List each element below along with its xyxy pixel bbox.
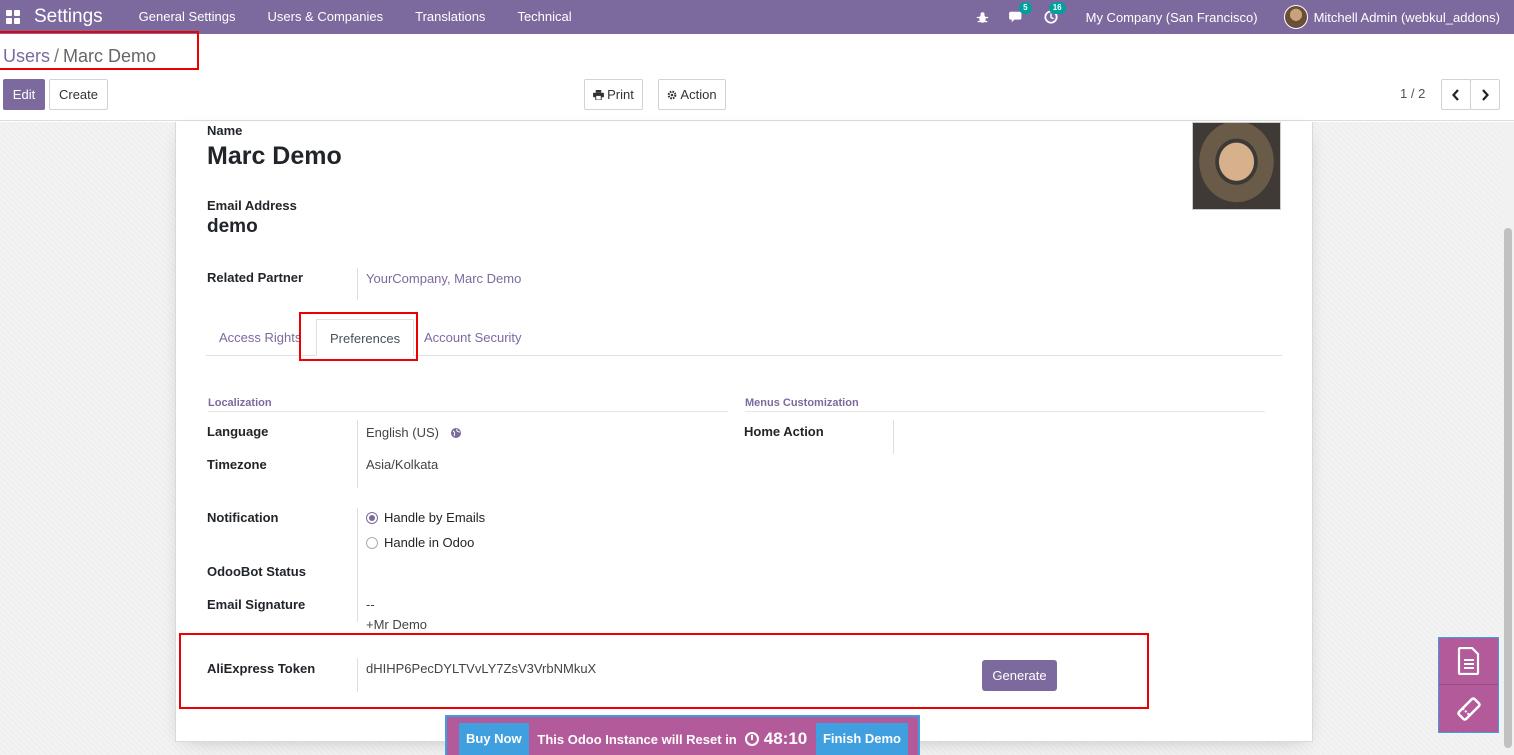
demo-reset-text: This Odoo Instance will Reset in [537, 731, 737, 747]
activities-clock-icon[interactable]: 16 [1034, 0, 1068, 34]
demo-timer-value: 48:10 [763, 729, 808, 748]
finish-demo-button[interactable]: Finish Demo [815, 723, 908, 755]
radio-label: Handle in Odoo [384, 535, 475, 550]
main-menu: General Settings Users & Companies Trans… [123, 0, 588, 34]
menu-users-companies[interactable]: Users & Companies [252, 0, 400, 34]
create-button[interactable]: Create [49, 79, 108, 110]
related-partner-link[interactable]: YourCompany, Marc Demo [366, 271, 521, 286]
edit-button[interactable]: Edit [3, 79, 45, 110]
pager-previous-button[interactable] [1441, 79, 1471, 110]
tab-preferences[interactable]: Preferences [316, 319, 415, 356]
aliexpress-token-label: AliExpress Token [207, 661, 316, 676]
email-signature-label: Email Signature [207, 597, 306, 612]
buy-now-button[interactable]: Buy Now [459, 723, 529, 755]
timezone-label: Timezone [207, 457, 267, 472]
pager-value[interactable]: 1 / 2 [1400, 86, 1425, 101]
radio-unchecked-icon [366, 536, 378, 549]
clock-icon [744, 732, 759, 746]
debug-bug-icon[interactable] [966, 0, 1000, 34]
action-button[interactable]: Action [658, 79, 726, 110]
demo-reset-bar: Buy Now This Odoo Instance will Reset in… [445, 715, 920, 755]
menu-technical[interactable]: Technical [501, 0, 587, 34]
app-brand[interactable]: Settings [34, 6, 103, 28]
localization-group-title: Localization [208, 397, 728, 412]
messages-icon[interactable]: 5 [1000, 0, 1034, 34]
related-partner-label: Related Partner [207, 270, 304, 285]
form-tabs: Access Rights Preferences Account Securi… [206, 319, 1282, 356]
tab-account-security[interactable]: Account Security [411, 319, 535, 356]
floating-action-panel [1438, 637, 1499, 733]
menus-customization-group-title: Menus Customization [745, 397, 1265, 412]
odoobot-status-label: OdooBot Status [207, 564, 306, 579]
company-switcher[interactable]: My Company (San Francisco) [1068, 10, 1284, 25]
menu-translations[interactable]: Translations [399, 0, 501, 34]
timezone-field[interactable]: Asia/Kolkata [366, 457, 438, 472]
aliexpress-token-field[interactable]: dHIHP6PecDYLTVvLY7ZsV3VrbNMkuX [366, 661, 596, 676]
print-icon [593, 89, 605, 100]
user-name: Mitchell Admin (webkul_addons) [1313, 9, 1500, 25]
radio-handle-by-emails[interactable]: Handle by Emails [366, 510, 485, 525]
print-button[interactable]: Print [584, 79, 643, 110]
form-content-area: Name Marc Demo Email Address demo Relate… [0, 122, 1502, 755]
divider [893, 420, 894, 454]
email-signature-line-2: +Mr Demo [366, 617, 428, 632]
page-scrollbar[interactable] [1502, 122, 1514, 755]
email-field: demo [207, 216, 258, 237]
divider [357, 658, 358, 692]
email-label: Email Address [207, 198, 297, 213]
demo-timer: 48:10 [744, 729, 808, 749]
control-panel: Users / Marc Demo Edit Create Print Action… [0, 31, 1514, 121]
name-label: Name [207, 123, 243, 138]
user-avatar [1283, 5, 1308, 29]
breadcrumb-users-link[interactable]: Users [3, 46, 50, 66]
messages-count-badge: 5 [1019, 2, 1032, 14]
divider [357, 508, 358, 622]
divider [357, 268, 358, 300]
user-name-field: Marc Demo [207, 142, 342, 170]
breadcrumb-current: Marc Demo [63, 46, 157, 66]
chevron-right-icon [1482, 88, 1489, 101]
action-label: Action [680, 87, 717, 102]
divider [357, 420, 358, 488]
language-field[interactable]: English (US) [366, 425, 461, 440]
user-menu[interactable]: Mitchell Admin (webkul_addons) [1283, 5, 1514, 29]
globe-icon[interactable] [450, 427, 461, 438]
apps-menu-icon[interactable] [2, 0, 24, 34]
systray: 5 16 My Company (San Francisco) Mitchell… [966, 0, 1514, 34]
scrollbar-thumb[interactable] [1504, 228, 1512, 748]
breadcrumb: Users / Marc Demo [3, 46, 156, 67]
print-label: Print [607, 87, 634, 102]
generate-token-button[interactable]: Generate [982, 660, 1057, 691]
home-action-label: Home Action [744, 424, 824, 439]
breadcrumb-separator: / [54, 46, 60, 66]
activities-count-badge: 16 [1048, 2, 1066, 14]
chevron-left-icon [1452, 88, 1459, 101]
notification-label: Notification [207, 510, 279, 525]
menu-general-settings[interactable]: General Settings [123, 0, 252, 34]
top-navbar: Settings General Settings Users & Compan… [0, 0, 1514, 34]
user-photo[interactable] [1192, 122, 1281, 210]
demo-reset-message: This Odoo Instance will Reset in 48:10 [537, 729, 807, 749]
form-sheet: Name Marc Demo Email Address demo Relate… [175, 122, 1313, 742]
radio-handle-in-odoo[interactable]: Handle in Odoo [366, 535, 474, 550]
ticket-icon[interactable] [1439, 685, 1498, 732]
language-value: English (US) [366, 425, 439, 440]
radio-checked-icon [366, 511, 378, 524]
language-label: Language [207, 424, 269, 439]
pager-next-button[interactable] [1470, 79, 1500, 110]
gear-icon [668, 90, 677, 99]
email-signature-line-1: -- [366, 597, 375, 612]
radio-label: Handle by Emails [384, 510, 486, 525]
document-icon[interactable] [1439, 638, 1498, 685]
tab-access-rights[interactable]: Access Rights [206, 319, 314, 356]
